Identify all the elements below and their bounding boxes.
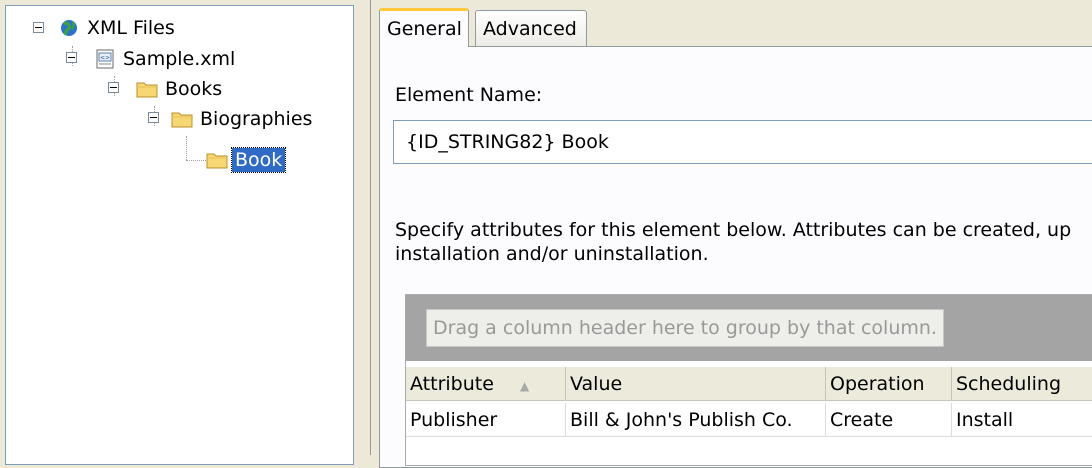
tree-node-books[interactable]: Books	[136, 76, 225, 102]
column-header-attribute[interactable]: Attribute ▲	[406, 367, 566, 401]
tree-node-label: Book	[230, 147, 287, 173]
tab-label: General	[387, 18, 462, 40]
collapse-biographies-toggle[interactable]	[148, 112, 159, 123]
svg-text:<>: <>	[100, 55, 110, 62]
cell-operation[interactable]: Create	[826, 403, 952, 437]
column-header-label: Scheduling	[956, 373, 1062, 395]
column-header-scheduling[interactable]: Scheduling	[952, 367, 1092, 401]
tab-advanced[interactable]: Advanced	[475, 10, 587, 46]
element-name-input[interactable]	[393, 120, 1092, 164]
tab-label: Advanced	[483, 17, 577, 40]
column-header-operation[interactable]: Operation	[826, 367, 952, 401]
cell-value[interactable]: Bill & John's Publish Co.	[566, 403, 826, 437]
folder-icon	[171, 112, 193, 128]
collapse-file-toggle[interactable]	[66, 52, 77, 63]
splitter[interactable]	[354, 0, 370, 455]
globe-icon	[61, 20, 77, 36]
group-by-area[interactable]: Drag a column header here to group by th…	[406, 295, 1092, 361]
column-header-label: Operation	[830, 373, 925, 395]
xml-tree[interactable]: XML Files <> Sample.xml Books Biographie…	[5, 5, 354, 465]
description-line: installation and/or uninstallation.	[395, 243, 709, 265]
attributes-grid[interactable]: Drag a column header here to group by th…	[405, 294, 1092, 466]
group-by-hint: Drag a column header here to group by th…	[426, 309, 944, 347]
tree-node-label: Sample.xml	[123, 48, 236, 70]
tree-node-sample-xml[interactable]: <> Sample.xml	[94, 46, 238, 72]
cell-scheduling[interactable]: Install	[952, 403, 1092, 437]
column-header-label: Value	[570, 373, 623, 395]
tree-node-book[interactable]: Book	[206, 147, 287, 173]
xml-file-icon: <>	[96, 49, 114, 69]
tree-node-xml-files[interactable]: XML Files	[58, 15, 178, 41]
sort-ascending-icon: ▲	[519, 379, 530, 393]
cell-attribute[interactable]: Publisher	[406, 403, 566, 437]
column-header-value[interactable]: Value	[566, 367, 826, 401]
column-header-label: Attribute	[410, 373, 494, 395]
description-line: Specify attributes for this element belo…	[395, 219, 1072, 241]
collapse-root-toggle[interactable]	[33, 22, 44, 33]
element-name-label: Element Name:	[395, 84, 543, 106]
folder-icon	[136, 82, 158, 98]
tree-node-label: Biographies	[200, 108, 313, 130]
tree-node-label: Books	[165, 78, 223, 100]
collapse-books-toggle[interactable]	[108, 82, 119, 93]
tree-node-label: XML Files	[87, 17, 175, 39]
tab-general[interactable]: General	[379, 8, 469, 47]
folder-open-icon	[206, 153, 228, 169]
attributes-description: Specify attributes for this element belo…	[395, 218, 1092, 266]
tree-node-biographies[interactable]: Biographies	[171, 106, 315, 132]
properties-panel: General Advanced Element Name: Specify a…	[370, 0, 1092, 468]
